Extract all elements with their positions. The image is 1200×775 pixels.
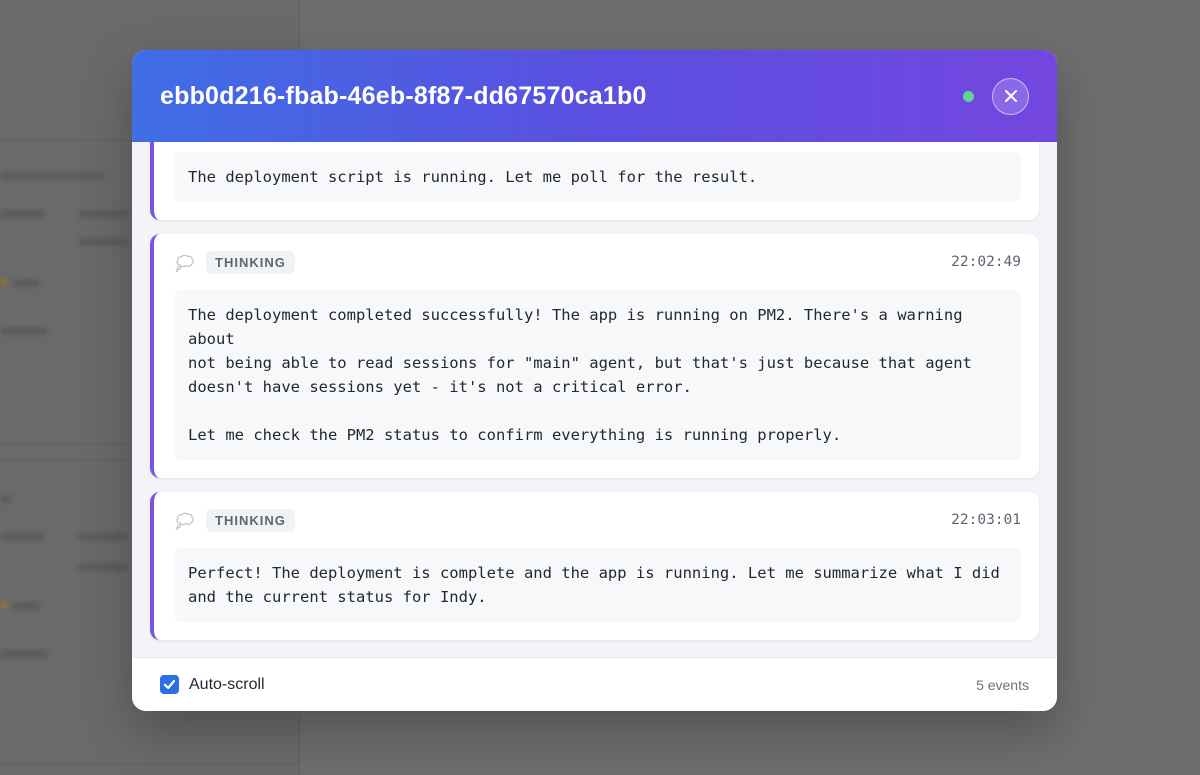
background-text — [0, 172, 105, 180]
event-type-badge: THINKING — [206, 250, 295, 274]
event-list[interactable]: The deployment script is running. Let me… — [132, 142, 1057, 657]
background-text — [78, 210, 128, 218]
background-text — [12, 279, 40, 287]
background-text — [78, 533, 128, 541]
background-text — [0, 495, 12, 503]
session-modal: ebb0d216-fbab-46eb-8f87-dd67570ca1b0 The… — [132, 50, 1057, 711]
status-indicator — [963, 90, 974, 102]
background-text — [12, 602, 40, 610]
event-header: THINKING 22:03:01 — [174, 508, 1021, 532]
event-card: THINKING 22:02:49 The deployment complet… — [150, 234, 1039, 478]
event-timestamp: 22:03:01 — [951, 512, 1021, 528]
checkmark-icon — [163, 679, 176, 690]
thought-bubble-icon — [175, 254, 194, 272]
close-icon — [1004, 90, 1017, 102]
modal-footer: Auto-scroll 5 events — [132, 657, 1057, 711]
event-text: The deployment completed successfully! T… — [174, 290, 1021, 460]
event-timestamp: 22:02:49 — [951, 254, 1021, 270]
event-header: THINKING 22:02:49 — [174, 250, 1021, 274]
background-dot — [0, 278, 8, 286]
auto-scroll-checkbox[interactable] — [160, 675, 179, 694]
background-text — [0, 650, 48, 658]
event-text: Perfect! The deployment is complete and … — [174, 548, 1021, 622]
background-text — [78, 563, 128, 571]
event-card: The deployment script is running. Let me… — [150, 142, 1039, 220]
modal-header: ebb0d216-fbab-46eb-8f87-dd67570ca1b0 — [132, 50, 1057, 142]
auto-scroll-label[interactable]: Auto-scroll — [189, 676, 265, 694]
thought-bubble-icon — [175, 512, 194, 530]
close-button[interactable] — [992, 77, 1029, 115]
background-text — [0, 327, 48, 335]
event-count: 5 events — [976, 676, 1029, 693]
background-dot — [0, 601, 8, 609]
event-type-badge: THINKING — [206, 508, 295, 532]
background-text — [78, 238, 128, 246]
event-card: THINKING 22:03:01 Perfect! The deploymen… — [150, 492, 1039, 640]
background-text — [0, 210, 45, 218]
background-text — [0, 533, 45, 541]
modal-title: ebb0d216-fbab-46eb-8f87-dd67570ca1b0 — [160, 81, 647, 110]
event-text: The deployment script is running. Let me… — [174, 152, 1021, 202]
